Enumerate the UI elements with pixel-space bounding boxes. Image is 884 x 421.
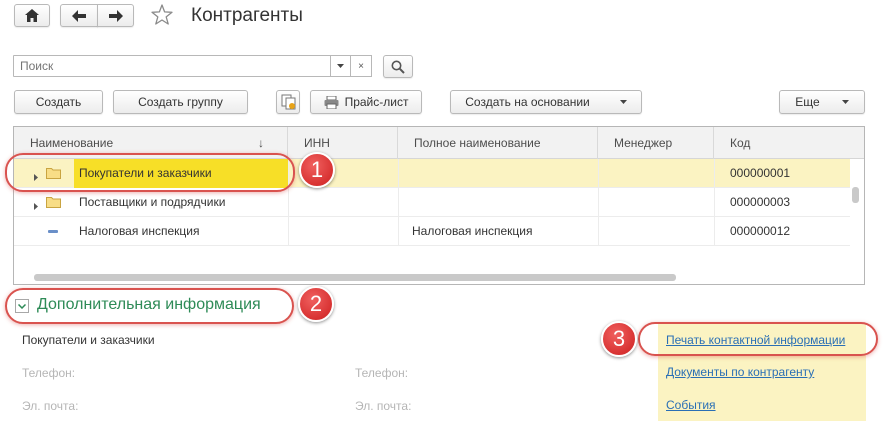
callout-badge-3: 3 <box>601 321 637 357</box>
create-button[interactable]: Создать <box>14 90 103 114</box>
copy-document-icon <box>281 94 295 110</box>
horizontal-scrollbar[interactable] <box>34 274 676 281</box>
callout-badge-2: 2 <box>298 286 334 322</box>
table-row[interactable]: Налоговая инспекция Налоговая инспекция … <box>14 217 850 246</box>
documents-link[interactable]: Документы по контрагенту <box>666 365 814 379</box>
section-title[interactable]: Дополнительная информация <box>37 296 261 314</box>
email-label: Эл. почта: <box>22 399 79 413</box>
printer-icon <box>324 95 339 109</box>
create-based-on-button-label: Создать на основании <box>465 95 590 109</box>
search-clear-button[interactable]: × <box>350 55 372 77</box>
price-list-button-label: Прайс-лист <box>344 95 409 109</box>
column-header-full-name[interactable]: Полное наименование <box>398 127 598 159</box>
column-header-inn[interactable]: ИНН <box>288 127 398 159</box>
highlight-row-outline <box>5 153 295 192</box>
home-button[interactable] <box>14 4 50 27</box>
copy-document-button[interactable] <box>276 90 300 114</box>
home-icon <box>25 9 39 22</box>
search-input[interactable] <box>13 55 331 77</box>
phone-label: Телефон: <box>355 366 409 380</box>
print-contact-info-link[interactable]: Печать контактной информации <box>666 333 845 347</box>
item-dash-icon <box>48 230 58 233</box>
magnifier-icon <box>391 60 405 74</box>
forward-button[interactable] <box>97 4 134 27</box>
column-header-label: Менеджер <box>614 136 673 150</box>
column-divider <box>398 159 399 246</box>
triangle-down-icon <box>841 100 849 104</box>
column-header-label: Код <box>730 136 751 150</box>
cell-code: 000000012 <box>730 224 791 238</box>
cell-code: 000000003 <box>730 195 791 209</box>
group-name-text: Покупатели и заказчики <box>22 333 155 347</box>
vertical-scrollbar[interactable] <box>852 187 859 203</box>
more-button[interactable]: Еще <box>779 90 865 114</box>
create-group-button[interactable]: Создать группу <box>113 90 248 114</box>
phone-label: Телефон: <box>22 366 76 380</box>
table-row[interactable]: Поставщики и подрядчики 000000003 <box>14 188 850 217</box>
column-divider <box>714 159 715 246</box>
cell-name: Налоговая инспекция <box>79 224 200 238</box>
folder-icon <box>46 196 61 211</box>
search-dropdown-button[interactable] <box>330 55 351 77</box>
column-divider <box>598 159 599 246</box>
favorite-star-icon[interactable] <box>150 3 174 27</box>
email-label: Эл. почта: <box>355 399 412 413</box>
triangle-down-icon <box>619 100 627 104</box>
callout-badge-1: 1 <box>299 152 335 188</box>
create-based-on-button[interactable]: Создать на основании <box>450 90 642 114</box>
search-button[interactable] <box>383 55 413 78</box>
cell-name: Поставщики и подрядчики <box>79 195 226 209</box>
column-header-label: Полное наименование <box>414 136 541 150</box>
arrow-right-icon <box>108 9 123 22</box>
column-header-label: ИНН <box>304 136 330 150</box>
arrow-left-icon <box>72 9 86 22</box>
cell-code: 000000001 <box>730 166 791 180</box>
create-group-button-label: Создать группу <box>138 95 223 109</box>
close-icon: × <box>358 60 364 72</box>
more-button-label: Еще <box>795 95 820 109</box>
events-link[interactable]: События <box>666 398 716 412</box>
triangle-down-icon <box>337 64 344 68</box>
column-header-manager[interactable]: Менеджер <box>598 127 714 159</box>
collapse-toggle[interactable] <box>15 299 29 313</box>
expand-triangle-icon[interactable] <box>34 199 38 213</box>
back-button[interactable] <box>60 4 98 27</box>
create-button-label: Создать <box>35 95 82 109</box>
price-list-button[interactable]: Прайс-лист <box>310 90 422 114</box>
page-title: Контрагенты <box>191 5 303 26</box>
cell-full-name: Налоговая инспекция <box>412 224 533 238</box>
column-header-label: Наименование <box>30 136 114 150</box>
column-header-code[interactable]: Код <box>714 127 864 159</box>
chevron-down-icon <box>18 303 26 309</box>
counterparties-table[interactable]: Наименование ↓ ИНН Полное наименование М… <box>13 126 865 285</box>
